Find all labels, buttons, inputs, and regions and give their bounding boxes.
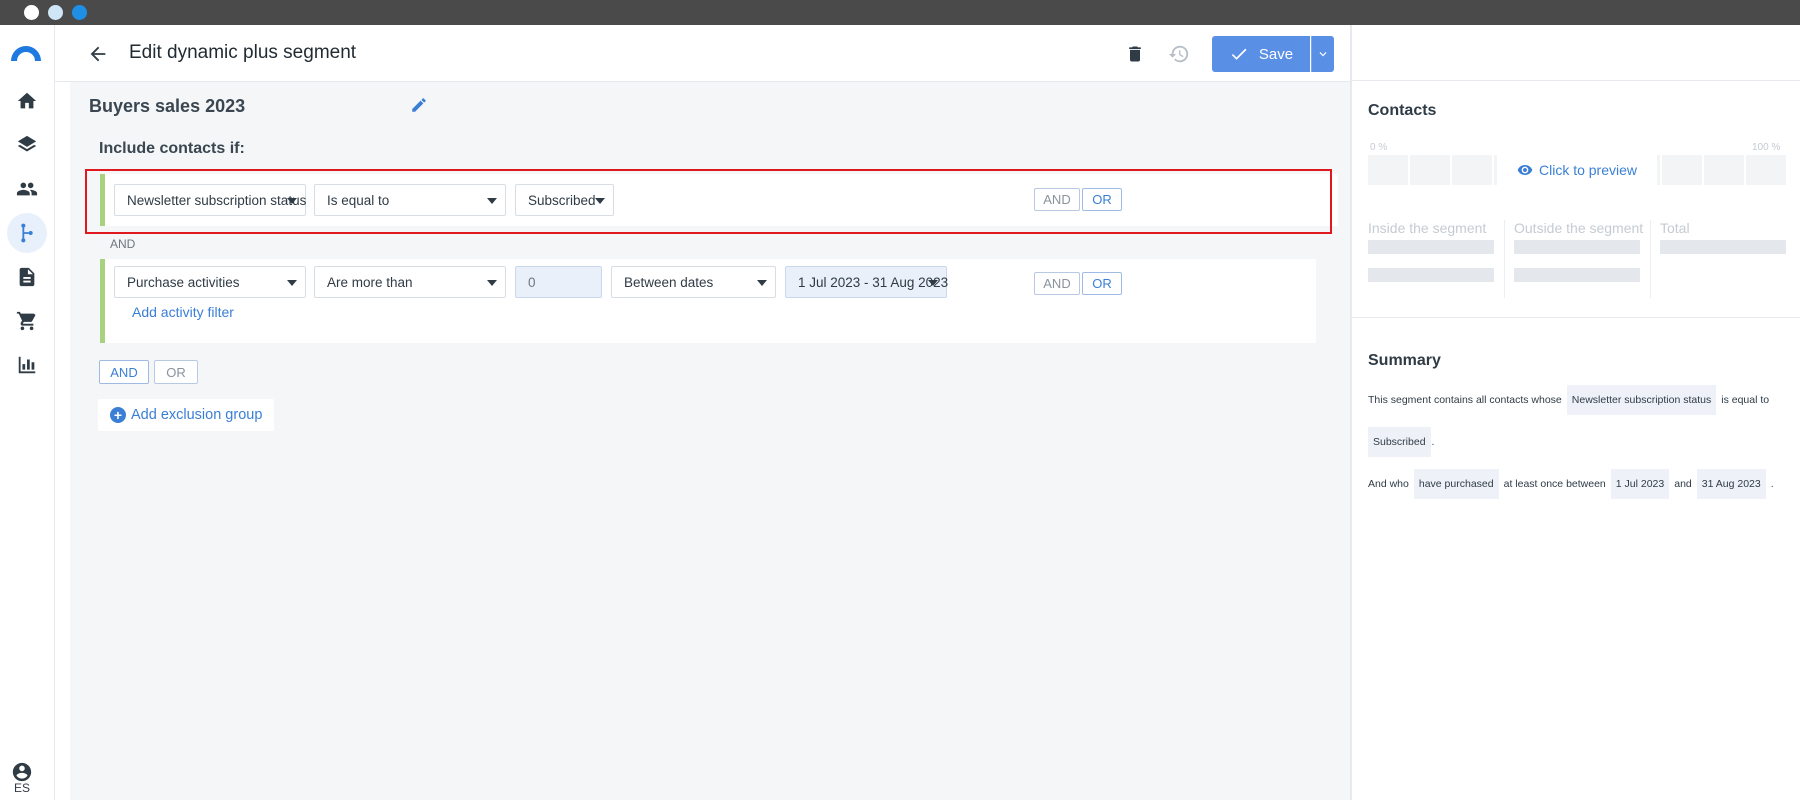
- total-label: Total: [1660, 220, 1690, 236]
- date-mode-select[interactable]: Between dates: [611, 266, 776, 298]
- window-minimize-dot[interactable]: [48, 5, 63, 20]
- activity-operator-value: Are more than: [327, 274, 413, 290]
- outside-count-placeholder: [1514, 240, 1640, 254]
- activity-and-button[interactable]: AND: [1034, 272, 1080, 295]
- activity-field-select[interactable]: Purchase activities: [114, 266, 306, 298]
- condition-row-purchase: Purchase activities Are more than 0 Betw…: [100, 259, 1316, 343]
- summary-field-chip: Newsletter subscription status: [1566, 385, 1717, 415]
- eye-icon: [1517, 165, 1533, 175]
- click-to-preview-button[interactable]: Click to preview: [1497, 155, 1657, 185]
- save-button-label: Save: [1258, 45, 1294, 63]
- condition-or-button[interactable]: OR: [1082, 188, 1122, 211]
- add-activity-filter-link[interactable]: Add activity filter: [132, 304, 234, 320]
- include-contacts-label: Include contacts if:: [99, 140, 245, 157]
- summary-line-1: This segment contains all contacts whose…: [1368, 385, 1769, 415]
- summary-end-date-chip: 31 Aug 2023: [1696, 469, 1766, 499]
- group-and-button[interactable]: AND: [99, 360, 149, 384]
- condition-value-text: Subscribed: [528, 192, 596, 208]
- date-range-picker[interactable]: 1 Jul 2023 - 31 Aug 2023: [785, 266, 949, 298]
- summary-line-3: And who have purchased at least once bet…: [1368, 469, 1774, 499]
- percent-max-label: 100 %: [1752, 142, 1781, 153]
- summary-line-2: Subscribed .: [1368, 427, 1434, 457]
- right-panel-header: [1352, 25, 1800, 81]
- summary-start-date-chip: 1 Jul 2023: [1610, 469, 1670, 499]
- summary-heading: Summary: [1368, 352, 1441, 369]
- and-separator-label: AND: [110, 237, 136, 251]
- segment-editor: Buyers sales 2023 Include contacts if: N…: [70, 82, 1350, 800]
- contacts-heading: Contacts: [1368, 102, 1437, 119]
- summary-value-chip: Subscribed: [1368, 427, 1431, 457]
- nav-cart-icon[interactable]: [7, 301, 47, 341]
- group-or-button[interactable]: OR: [154, 360, 198, 384]
- window-maximize-dot[interactable]: [72, 5, 87, 20]
- nav-home-icon[interactable]: [7, 81, 47, 121]
- condition-row-newsletter: Newsletter subscription status Is equal …: [100, 174, 1338, 226]
- condition-value-select[interactable]: Subscribed: [515, 184, 614, 216]
- left-navigation: ES: [0, 25, 55, 800]
- plus-circle-icon: +: [110, 407, 126, 423]
- nav-contacts-icon[interactable]: [7, 169, 47, 209]
- date-range-value: 1 Jul 2023 - 31 Aug 2023: [798, 274, 949, 290]
- activity-or-button[interactable]: OR: [1082, 272, 1122, 295]
- nav-segments-icon[interactable]: [7, 213, 47, 253]
- restore-history-icon[interactable]: [1165, 40, 1193, 68]
- summary-action-chip: have purchased: [1413, 469, 1499, 499]
- condition-and-button[interactable]: AND: [1034, 188, 1080, 211]
- outside-percent-placeholder: [1514, 268, 1640, 282]
- add-exclusion-label: Add exclusion group: [131, 407, 263, 423]
- inside-percent-placeholder: [1368, 268, 1494, 282]
- brand-logo-icon[interactable]: [8, 41, 44, 63]
- window-titlebar: [0, 0, 1800, 25]
- window-close-dot[interactable]: [24, 5, 39, 20]
- total-count-placeholder: [1660, 240, 1786, 254]
- nav-reports-icon[interactable]: [7, 345, 47, 385]
- chevron-down-icon: [1319, 52, 1327, 57]
- condition-operator-value: Is equal to: [327, 192, 390, 208]
- percent-min-label: 0 %: [1370, 142, 1388, 153]
- page-title: Edit dynamic plus segment: [129, 42, 357, 63]
- click-to-preview-label: Click to preview: [1538, 162, 1638, 178]
- condition-field-select[interactable]: Newsletter subscription status: [114, 184, 306, 216]
- save-options-dropdown[interactable]: [1311, 36, 1334, 72]
- save-button[interactable]: Save: [1212, 36, 1310, 72]
- activity-operator-select[interactable]: Are more than: [314, 266, 506, 298]
- edit-name-pencil-icon[interactable]: [410, 96, 428, 114]
- condition-field-value: Newsletter subscription status: [127, 192, 307, 208]
- nav-document-icon[interactable]: [7, 257, 47, 297]
- check-icon: [1231, 48, 1247, 60]
- date-mode-value: Between dates: [624, 274, 714, 290]
- inside-segment-label: Inside the segment: [1368, 220, 1487, 236]
- page-header: Edit dynamic plus segment Save: [55, 25, 1350, 82]
- segment-name: Buyers sales 2023: [89, 96, 246, 116]
- add-exclusion-group-button[interactable]: + Add exclusion group: [98, 399, 275, 431]
- condition-operator-select[interactable]: Is equal to: [314, 184, 506, 216]
- right-panel: Contacts 0 % 100 % Click to preview Insi…: [1350, 25, 1800, 800]
- inside-count-placeholder: [1368, 240, 1494, 254]
- activity-field-value: Purchase activities: [127, 274, 240, 290]
- back-arrow-icon[interactable]: [83, 39, 113, 69]
- nav-layers-icon[interactable]: [7, 125, 47, 165]
- delete-trash-icon[interactable]: [1121, 40, 1149, 68]
- outside-segment-label: Outside the segment: [1514, 220, 1644, 236]
- user-initials: ES: [13, 781, 30, 795]
- activity-count-input[interactable]: 0: [515, 266, 602, 298]
